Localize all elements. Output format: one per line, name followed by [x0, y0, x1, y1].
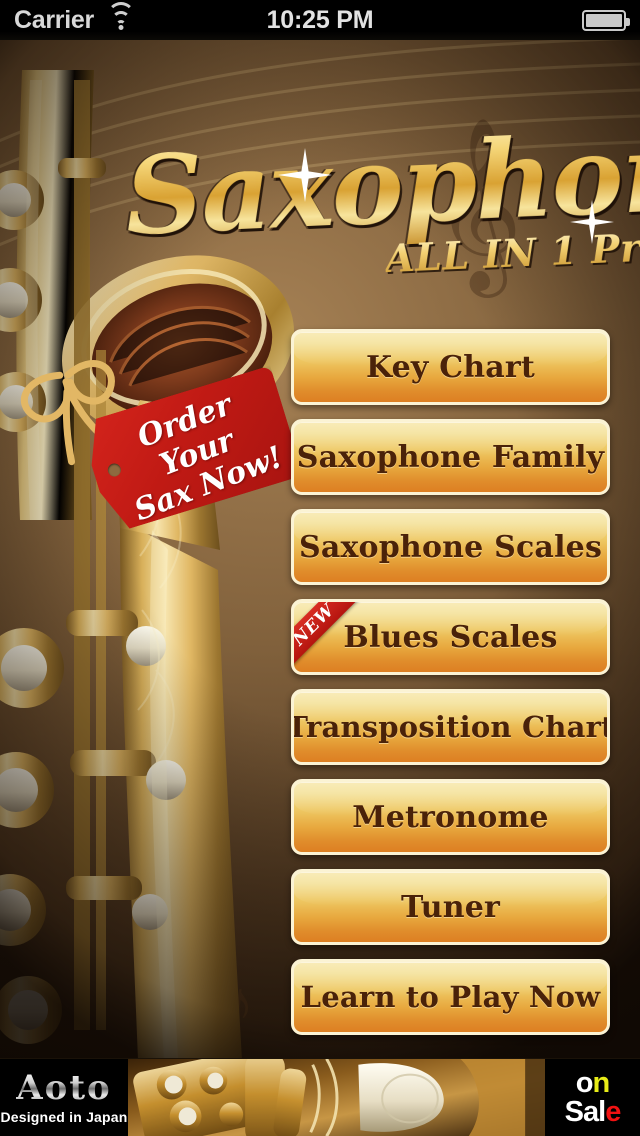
- menu-button-saxophone-family[interactable]: Saxophone Family: [291, 419, 610, 495]
- status-bar: Carrier 10:25 PM: [0, 0, 640, 40]
- ad-brand-block: Aoto Designed in Japan: [0, 1059, 128, 1136]
- ad-banner[interactable]: Aoto Designed in Japan on Sale: [0, 1058, 640, 1136]
- ad-on-sale-badge: on Sale: [545, 1059, 640, 1136]
- ad-tagline: Designed in Japan: [0, 1108, 128, 1125]
- battery-icon: [582, 9, 630, 31]
- menu-button-key-chart[interactable]: Key Chart: [291, 329, 610, 405]
- menu-button-label: Key Chart: [366, 349, 535, 385]
- ad-sale-line-1: on: [575, 1066, 610, 1099]
- menu-button-label: Transposition Chart: [291, 710, 610, 744]
- menu-button-label: Learn to Play Now: [300, 980, 601, 1014]
- ad-sale-line-2: Sale: [564, 1095, 622, 1128]
- ad-saxophone-photo: [128, 1059, 545, 1136]
- status-bar-right: [582, 9, 630, 31]
- menu-button-saxophone-scales[interactable]: Saxophone Scales: [291, 509, 610, 585]
- menu-button-metronome[interactable]: Metronome: [291, 779, 610, 855]
- menu-button-label: Tuner: [400, 889, 501, 925]
- menu-button-learn-to-play-now[interactable]: Learn to Play Now: [291, 959, 610, 1035]
- app-root: Carrier 10:25 PM 𝄞 ♪ ♫ ♪: [0, 0, 640, 1136]
- menu-button-tuner[interactable]: Tuner: [291, 869, 610, 945]
- main-menu: Key Chart Saxophone Family Saxophone Sca…: [291, 329, 610, 1049]
- menu-button-label: Saxophone Scales: [298, 529, 603, 565]
- clock-label: 10:25 PM: [266, 5, 374, 34]
- menu-button-label: Metronome: [352, 799, 549, 835]
- menu-button-transposition-chart[interactable]: Transposition Chart: [291, 689, 610, 765]
- menu-button-label: Saxophone Family: [296, 439, 605, 475]
- ad-product-photo: [128, 1059, 545, 1136]
- menu-button-blues-scales[interactable]: NEW Blues Scales: [291, 599, 610, 675]
- ad-brand-name: Aoto: [16, 1067, 112, 1108]
